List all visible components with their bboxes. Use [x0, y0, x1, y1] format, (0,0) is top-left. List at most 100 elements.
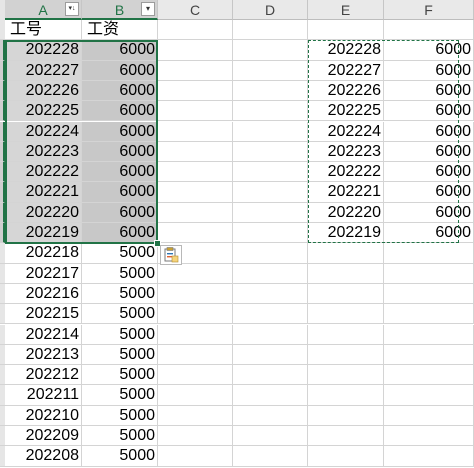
column-header-e[interactable]: E — [308, 0, 384, 20]
column-header-f[interactable]: F — [384, 0, 474, 20]
empty-cell[interactable] — [158, 344, 233, 366]
pasted-salary-cell[interactable]: 6000 — [384, 202, 474, 223]
empty-cell[interactable] — [384, 324, 474, 345]
empty-cell[interactable] — [233, 60, 308, 81]
empty-cell[interactable] — [233, 20, 308, 41]
empty-cell[interactable] — [158, 101, 233, 122]
salary-cell[interactable]: 6000 — [82, 121, 158, 142]
pasted-id-cell[interactable]: 202222 — [308, 162, 384, 183]
empty-cell[interactable] — [384, 365, 474, 386]
pasted-id-cell[interactable]: 202225 — [308, 101, 384, 122]
empty-cell[interactable] — [158, 365, 233, 386]
empty-cell[interactable] — [233, 385, 308, 406]
header-cell-gonghao[interactable]: 工号 — [5, 20, 82, 41]
empty-cell[interactable] — [233, 283, 308, 305]
empty-cell[interactable] — [308, 324, 384, 345]
pasted-salary-cell[interactable]: 6000 — [384, 101, 474, 122]
empty-cell[interactable] — [233, 40, 308, 61]
salary-cell[interactable]: 6000 — [82, 80, 158, 102]
empty-cell[interactable] — [384, 243, 474, 264]
empty-cell[interactable] — [158, 385, 233, 406]
employee-id-cell[interactable]: 202210 — [5, 405, 82, 426]
employee-id-cell[interactable]: 202216 — [5, 283, 82, 305]
employee-id-cell[interactable]: 202228 — [5, 40, 82, 61]
employee-id-cell[interactable]: 202225 — [5, 101, 82, 122]
empty-cell[interactable] — [233, 182, 308, 203]
empty-cell[interactable] — [158, 121, 233, 142]
empty-cell[interactable] — [158, 80, 233, 102]
employee-id-cell[interactable]: 202212 — [5, 365, 82, 386]
empty-cell[interactable] — [233, 162, 308, 183]
empty-cell[interactable] — [233, 141, 308, 163]
empty-cell[interactable] — [308, 446, 384, 467]
salary-cell[interactable]: 6000 — [82, 60, 158, 81]
pasted-id-cell[interactable]: 202221 — [308, 182, 384, 203]
empty-cell[interactable] — [158, 446, 233, 467]
salary-cell[interactable]: 5000 — [82, 426, 158, 447]
pasted-salary-cell[interactable]: 6000 — [384, 60, 474, 81]
salary-cell[interactable]: 5000 — [82, 283, 158, 305]
salary-cell[interactable]: 6000 — [82, 141, 158, 163]
salary-cell[interactable]: 5000 — [82, 405, 158, 426]
empty-cell[interactable] — [384, 344, 474, 366]
sort-desc-filter-icon[interactable]: ▾↓ — [65, 2, 79, 16]
empty-cell[interactable] — [233, 365, 308, 386]
employee-id-cell[interactable]: 202219 — [5, 223, 82, 244]
filter-dropdown-icon[interactable]: ▾ — [141, 2, 155, 16]
salary-cell[interactable]: 6000 — [82, 101, 158, 122]
employee-id-cell[interactable]: 202208 — [5, 446, 82, 467]
empty-cell[interactable] — [384, 405, 474, 426]
employee-id-cell[interactable]: 202218 — [5, 243, 82, 264]
pasted-salary-cell[interactable]: 6000 — [384, 223, 474, 244]
empty-cell[interactable] — [384, 20, 474, 41]
empty-cell[interactable] — [233, 405, 308, 426]
empty-cell[interactable] — [384, 446, 474, 467]
salary-cell[interactable]: 5000 — [82, 344, 158, 366]
empty-cell[interactable] — [384, 385, 474, 406]
empty-cell[interactable] — [233, 263, 308, 284]
spreadsheet-grid[interactable]: ABCDEF 工号 工资 ▾↓ ▾ 202228 6000 202228 6000 202227… — [0, 0, 474, 468]
empty-cell[interactable] — [158, 304, 233, 325]
header-cell-gongzi[interactable]: 工资 — [82, 20, 158, 41]
salary-cell[interactable]: 5000 — [82, 304, 158, 325]
empty-cell[interactable] — [233, 80, 308, 102]
empty-cell[interactable] — [308, 263, 384, 284]
employee-id-cell[interactable]: 202211 — [5, 385, 82, 406]
pasted-id-cell[interactable]: 202227 — [308, 60, 384, 81]
salary-cell[interactable]: 6000 — [82, 182, 158, 203]
empty-cell[interactable] — [308, 405, 384, 426]
employee-id-cell[interactable]: 202226 — [5, 80, 82, 102]
pasted-id-cell[interactable]: 202228 — [308, 40, 384, 61]
pasted-salary-cell[interactable]: 6000 — [384, 121, 474, 142]
empty-cell[interactable] — [308, 426, 384, 447]
pasted-salary-cell[interactable]: 6000 — [384, 182, 474, 203]
column-header-d[interactable]: D — [233, 0, 308, 20]
empty-cell[interactable] — [384, 304, 474, 325]
pasted-salary-cell[interactable]: 6000 — [384, 141, 474, 163]
employee-id-cell[interactable]: 202227 — [5, 60, 82, 81]
salary-cell[interactable]: 6000 — [82, 202, 158, 223]
empty-cell[interactable] — [158, 60, 233, 81]
empty-cell[interactable] — [308, 243, 384, 264]
empty-cell[interactable] — [233, 426, 308, 447]
empty-cell[interactable] — [158, 182, 233, 203]
empty-cell[interactable] — [384, 263, 474, 284]
empty-cell[interactable] — [158, 202, 233, 223]
pasted-id-cell[interactable]: 202219 — [308, 223, 384, 244]
salary-cell[interactable]: 5000 — [82, 385, 158, 406]
empty-cell[interactable] — [158, 263, 233, 284]
empty-cell[interactable] — [384, 283, 474, 305]
empty-cell[interactable] — [158, 405, 233, 426]
empty-cell[interactable] — [158, 223, 233, 244]
empty-cell[interactable] — [158, 20, 233, 41]
employee-id-cell[interactable]: 202223 — [5, 141, 82, 163]
salary-cell[interactable]: 5000 — [82, 324, 158, 345]
empty-cell[interactable] — [233, 243, 308, 264]
pasted-salary-cell[interactable]: 6000 — [384, 162, 474, 183]
empty-cell[interactable] — [158, 162, 233, 183]
empty-cell[interactable] — [158, 141, 233, 163]
employee-id-cell[interactable]: 202217 — [5, 263, 82, 284]
pasted-id-cell[interactable]: 202220 — [308, 202, 384, 223]
empty-cell[interactable] — [158, 283, 233, 305]
empty-cell[interactable] — [233, 223, 308, 244]
